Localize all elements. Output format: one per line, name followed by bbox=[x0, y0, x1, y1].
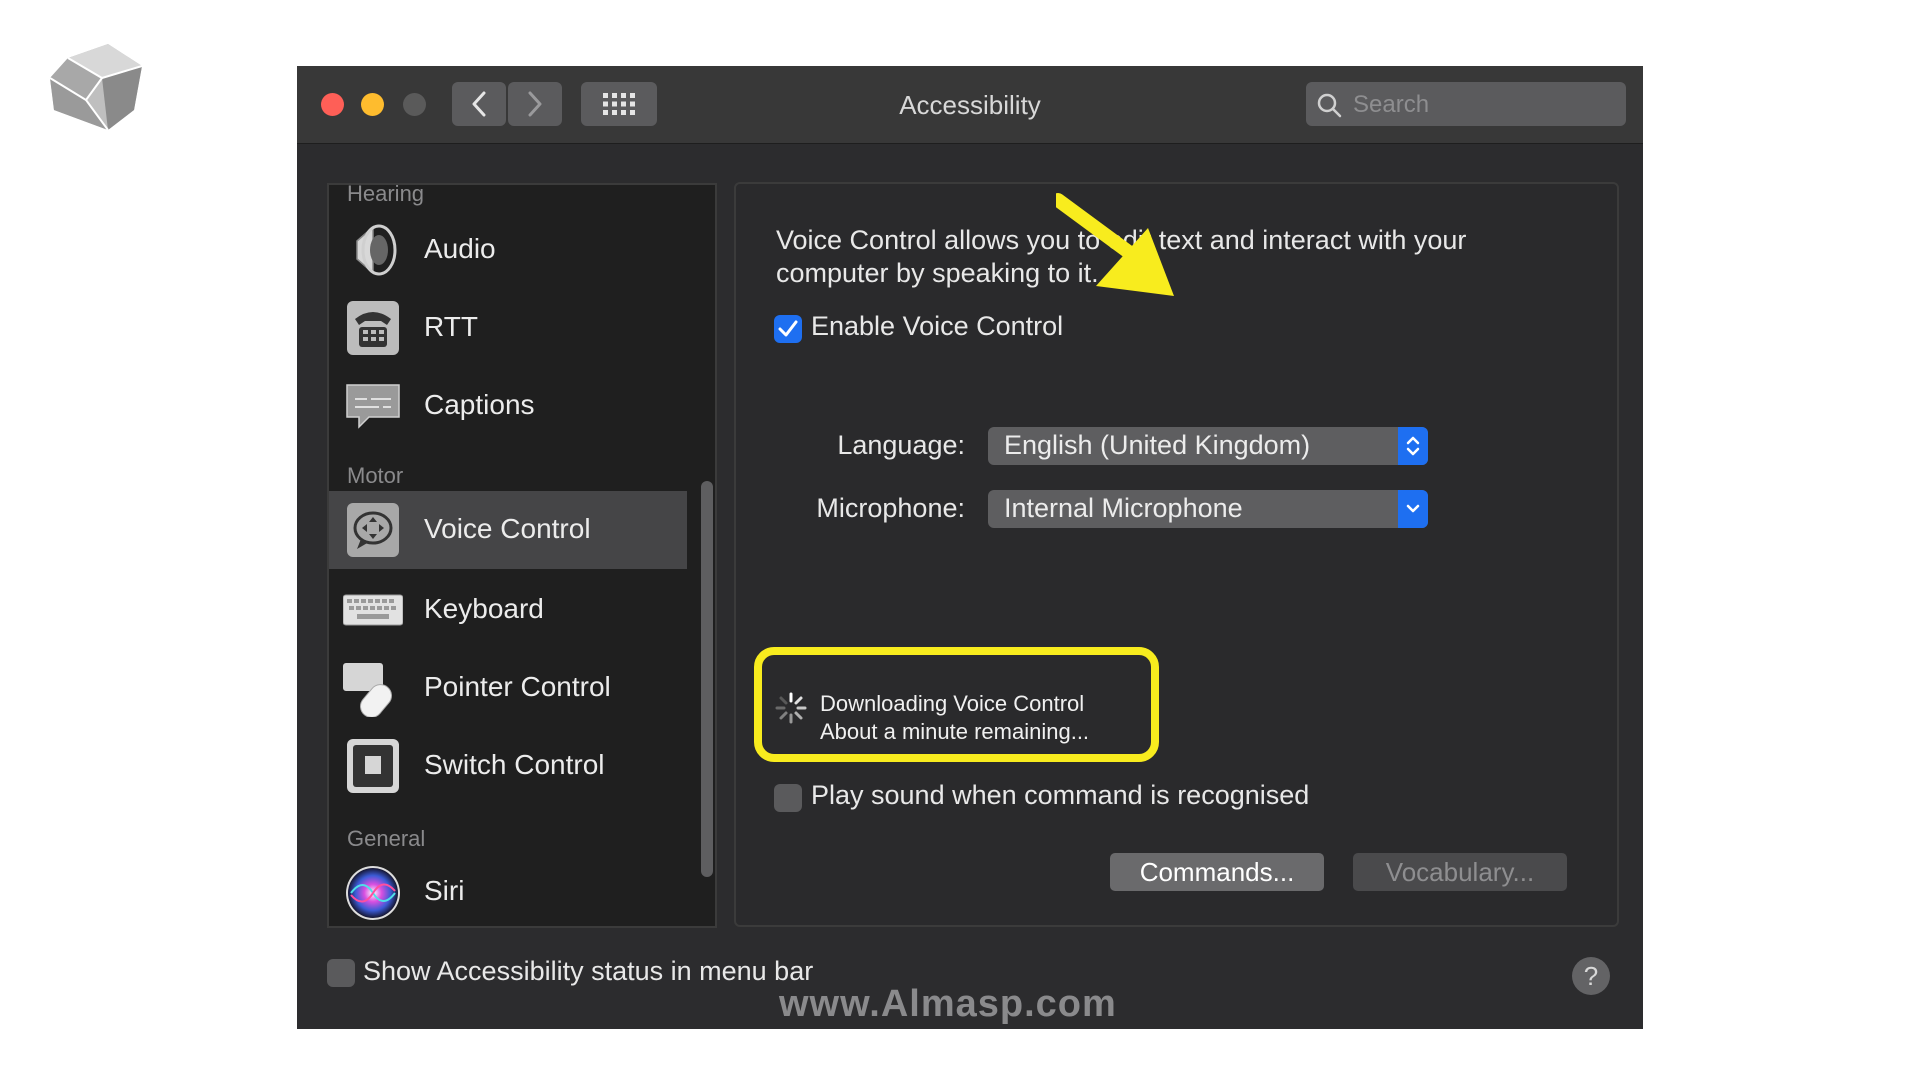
captions-icon bbox=[346, 384, 400, 429]
microphone-select[interactable]: Internal Microphone bbox=[988, 490, 1428, 528]
cube-logo-icon bbox=[49, 44, 143, 131]
sidebar-item-label: RTT bbox=[424, 311, 478, 342]
play-sound-label: Play sound when command is recognised bbox=[811, 780, 1310, 810]
microphone-label: Microphone: bbox=[816, 493, 965, 523]
loading-spinner-icon bbox=[775, 692, 807, 724]
switch-control-icon bbox=[347, 739, 399, 793]
chevron-down-icon bbox=[1398, 490, 1428, 528]
search-field[interactable] bbox=[1306, 82, 1626, 126]
enable-voice-control-label: Enable Voice Control bbox=[811, 311, 1064, 341]
sidebar-item-label: Voice Control bbox=[424, 513, 591, 544]
sidebar-item-switch-control[interactable]: Switch Control bbox=[329, 727, 687, 805]
watermark: www.Almasp.com bbox=[779, 983, 1117, 1025]
telephone-icon bbox=[347, 301, 399, 355]
enable-voice-control-checkbox[interactable] bbox=[774, 315, 802, 343]
sidebar-item-voice-control[interactable]: Voice Control bbox=[329, 491, 687, 569]
sidebar-item-label: Pointer Control bbox=[424, 671, 611, 702]
sidebar-item-label: Keyboard bbox=[424, 593, 544, 624]
help-button[interactable]: ? bbox=[1572, 957, 1610, 995]
language-value: English (United Kingdom) bbox=[1004, 430, 1311, 460]
sidebar-item-captions[interactable]: Captions bbox=[329, 367, 687, 445]
checkmark-icon bbox=[778, 320, 798, 337]
show-status-in-menu-bar-label: Show Accessibility status in menu bar bbox=[363, 956, 814, 986]
language-select[interactable]: English (United Kingdom) bbox=[988, 427, 1428, 465]
section-hearing: Hearing bbox=[347, 183, 425, 206]
download-status-remaining: About a minute remaining... bbox=[820, 719, 1090, 744]
sidebar-item-pointer-control[interactable]: Pointer Control bbox=[329, 649, 687, 727]
show-status-in-menu-bar-checkbox[interactable] bbox=[327, 959, 355, 987]
commands-button[interactable]: Commands... bbox=[1110, 853, 1324, 891]
search-input[interactable] bbox=[1351, 87, 1615, 123]
title-bar: Accessibility bbox=[297, 66, 1643, 144]
speaker-icon bbox=[356, 224, 397, 276]
sidebar-item-keyboard[interactable]: Keyboard bbox=[329, 571, 687, 649]
sidebar-item-audio[interactable]: Audio bbox=[329, 211, 687, 289]
section-motor: Motor bbox=[347, 463, 404, 488]
sidebar-item-siri[interactable]: Siri bbox=[329, 853, 687, 926]
annotation-arrow-icon bbox=[1056, 193, 1174, 296]
sidebar-item-rtt[interactable]: RTT bbox=[329, 289, 687, 367]
sidebar: Hearing Audio RTT Captions Motor Voice C… bbox=[327, 183, 717, 928]
voice-control-icon bbox=[347, 503, 399, 557]
search-icon bbox=[1317, 93, 1342, 118]
accessibility-window: Accessibility Hearing Audio RTT bbox=[297, 66, 1643, 1029]
sidebar-scrollbar[interactable] bbox=[701, 481, 713, 877]
sidebar-item-label: Switch Control bbox=[424, 749, 605, 780]
microphone-value: Internal Microphone bbox=[1004, 493, 1243, 523]
voice-control-panel: Voice Control allows you to edit text an… bbox=[734, 182, 1619, 927]
sidebar-item-label: Siri bbox=[424, 875, 465, 906]
play-sound-checkbox[interactable] bbox=[774, 784, 802, 812]
up-down-chevron-icon bbox=[1398, 427, 1428, 465]
language-label: Language: bbox=[837, 430, 965, 460]
sidebar-item-label: Audio bbox=[424, 233, 496, 264]
download-status-title: Downloading Voice Control bbox=[820, 691, 1085, 716]
vocabulary-button[interactable]: Vocabulary... bbox=[1353, 853, 1567, 891]
siri-icon bbox=[346, 866, 400, 920]
section-general: General bbox=[347, 826, 426, 851]
keyboard-icon bbox=[343, 594, 403, 626]
pointer-control-icon bbox=[343, 663, 392, 717]
sidebar-item-label: Captions bbox=[424, 389, 535, 420]
download-status-highlight: Downloading Voice Control About a minute… bbox=[754, 647, 1159, 762]
